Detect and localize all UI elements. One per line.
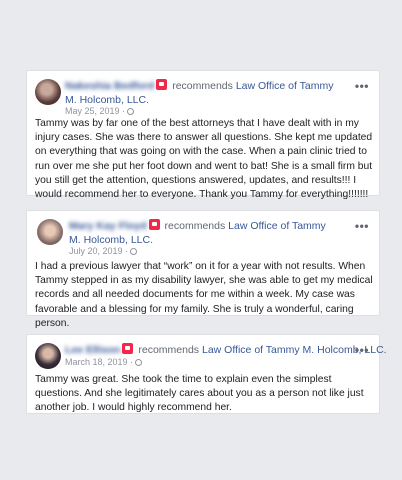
- review-date-row: May 25, 2019 ·: [65, 106, 135, 116]
- recommend-badge-icon: [156, 79, 168, 90]
- recommends-text: recommends: [172, 80, 233, 92]
- review-date-row: March 18, 2019 ·: [65, 357, 143, 367]
- review-text: Tammy was great. She took the time to ex…: [35, 374, 364, 414]
- review-date[interactable]: July 20, 2019: [69, 246, 123, 256]
- review-header: Nakeshia Bedford recommends Law Office o…: [65, 79, 335, 107]
- review-date[interactable]: May 25, 2019: [65, 106, 120, 116]
- review-card: Lee Ellison recommends Law Office of Tam…: [26, 334, 387, 414]
- globe-icon: [127, 108, 135, 115]
- review-card: Nakeshia Bedford recommends Law Office o…: [26, 70, 380, 200]
- review-date[interactable]: March 18, 2019: [65, 357, 128, 367]
- more-options-icon[interactable]: •••: [355, 344, 369, 356]
- globe-icon: [135, 359, 143, 366]
- reviewer-name[interactable]: Nakeshia Bedford: [65, 80, 154, 92]
- reviewer-name[interactable]: Lee Ellison: [65, 344, 120, 356]
- more-options-icon[interactable]: •••: [355, 220, 369, 232]
- review-text: Tammy was by far one of the best attorne…: [35, 118, 373, 201]
- recommend-badge-icon: [122, 343, 134, 354]
- review-text: I had a previous lawyer that “work” on i…: [35, 261, 373, 329]
- avatar[interactable]: [37, 219, 63, 245]
- review-card: Mary Kay Floyd recommends Law Office of …: [26, 210, 380, 329]
- avatar[interactable]: [35, 343, 61, 369]
- more-options-icon[interactable]: •••: [355, 80, 369, 92]
- recommends-text: recommends: [138, 344, 200, 356]
- recommend-badge-icon: [148, 219, 160, 230]
- globe-icon: [130, 248, 138, 255]
- avatar[interactable]: [35, 79, 61, 105]
- recommends-text: recommends: [164, 220, 226, 232]
- reviewer-name[interactable]: Mary Kay Floyd: [69, 220, 147, 232]
- review-header: Mary Kay Floyd recommends Law Office of …: [69, 219, 339, 247]
- review-date-row: July 20, 2019 ·: [69, 246, 138, 256]
- review-header: Lee Ellison recommends Law Office of Tam…: [65, 343, 387, 357]
